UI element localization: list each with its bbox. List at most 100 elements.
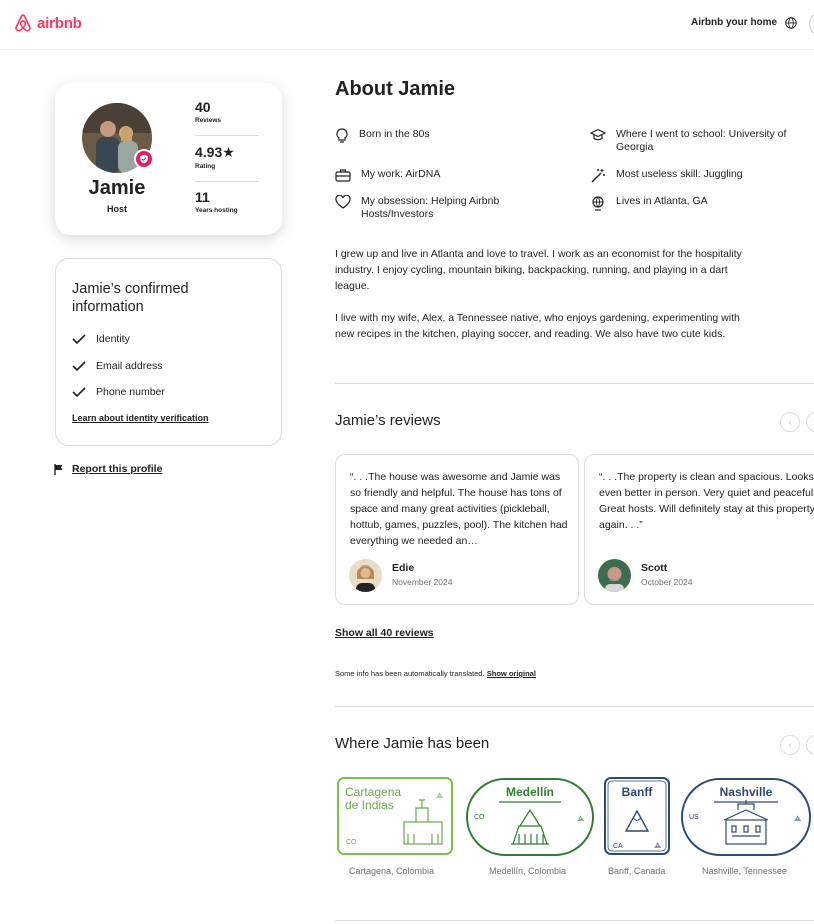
chevron-left-icon: ‹ [788,416,792,428]
stat-rating: 4.93★ Rating [195,144,259,170]
magic-wand-icon [591,169,605,183]
briefcase-icon [335,169,351,182]
confirmed-item-label: Email address [96,360,163,372]
verified-badge-icon [134,149,154,169]
reviewer-avatar [598,559,631,592]
school-icon [590,128,606,141]
stat-years-label: Years hosting [195,207,238,214]
heart-icon [335,195,351,209]
reviewer-name: Edie [392,562,415,574]
reviews-next-button[interactable]: › [806,412,814,432]
about-title: About Jamie [335,78,456,100]
fact-text: Born in the 80s [359,128,430,140]
review-card[interactable]: “. . .The property is clean and spacious… [584,454,814,605]
review-date: October 2024 [641,577,693,587]
top-nav: airbnb Airbnb your home [0,0,814,50]
airbnb-logo-icon: ⟁ [794,814,801,823]
bio-paragraph: I live with my wife, Alex, a Tennessee n… [335,312,740,340]
place-stamp-banff[interactable]: Banff CA ⟁ [603,776,671,863]
check-icon [72,387,86,398]
place-caption: Medellín, Colombia [489,866,567,876]
identity-verification-link[interactable]: Learn about identity verification [72,413,209,423]
confirmed-item: Identity [72,333,130,345]
confirmed-item: Email address [72,360,163,372]
airbnb-logo-icon: ⟁ [577,814,584,823]
fact-lives: Lives in Atlanta, GA [590,195,790,211]
review-date: November 2024 [392,577,453,587]
airbnb-your-home-link[interactable]: Airbnb your home [691,17,777,28]
check-icon [72,361,86,372]
report-profile-label: Report this profile [72,463,163,475]
fact-text: My obsession: Helping Airbnb Hosts/Inves… [361,195,500,220]
reviews-prev-button[interactable]: ‹ [780,412,800,432]
fact-school: Where I went to school: University of Ge… [590,128,790,154]
report-profile-link[interactable]: Report this profile [54,463,162,475]
bulb-icon [336,128,348,143]
confirmed-item: Phone number [72,386,165,398]
fact-text: Lives in Atlanta, GA [616,195,708,207]
stat-years: 11 Years hosting [195,189,259,214]
stat-reviews-value: 40 [195,99,211,115]
bio-text: I grew up and live in Atlanta and love t… [335,246,745,342]
stamp-code: US [689,814,699,821]
stat-divider [195,181,259,182]
stat-reviews-label: Reviews [195,117,222,124]
confirmed-item-label: Identity [96,333,130,345]
section-divider [335,383,814,384]
fact-work: My work: AirDNA [335,168,575,182]
globe-icon[interactable] [785,17,797,29]
stamp-title: Cartagena de Indias [345,785,401,812]
fact-skill: Most useless skill: Juggling [590,168,790,184]
fact-obsession: My obsession: Helping Airbnb Hosts/Inves… [335,195,535,221]
stamp-title: Nashville [720,785,773,799]
place-caption: Nashville, Tennessee [702,866,787,876]
confirmed-info-card: Jamie’s confirmed information Identity E… [55,258,282,446]
translation-note-text: Some info has been automatically transla… [335,669,485,678]
stamp-code: CO [474,814,485,821]
place-caption: Banff, Canada [608,866,666,876]
bio-paragraph: I grew up and live in Atlanta and love t… [335,248,742,292]
review-card[interactable]: “. . .The house was awesome and Jamie wa… [335,454,579,605]
translation-note: Some info has been automatically transla… [335,669,536,678]
place-stamp-cartagena[interactable]: Cartagena de Indias CO ⟁ [336,776,454,863]
stamp-title: Medellín [506,785,554,799]
stamp-code: CA [613,843,623,850]
show-original-link[interactable]: Show original [487,669,536,678]
host-role: Host [107,204,127,214]
fact-text: Where I went to school: University of Ge… [616,128,787,153]
fact-born: Born in the 80s [335,128,575,144]
fact-text: My work: AirDNA [361,168,441,180]
stat-rating-label: Rating [195,163,216,170]
airbnb-logo-icon: ⟁ [436,791,443,800]
stat-rating-value: 4.93★ [195,144,235,160]
stat-reviews: 40 Reviews [195,99,259,124]
brand-name: airbnb [37,14,82,32]
review-text: “. . .The property is clean and spacious… [599,471,814,531]
confirmed-item-label: Phone number [96,386,165,398]
place-caption: Cartagena, Colombia [349,866,435,876]
places-next-button[interactable]: › [806,735,814,755]
stat-divider [195,135,259,136]
section-divider [335,706,814,707]
chevron-left-icon: ‹ [788,739,792,751]
places-title: Where Jamie has been [335,735,490,752]
profile-card: Jamie Host 40 Reviews 4.93★ Rating 11 Ye… [55,83,282,235]
place-stamp-medellin[interactable]: Medellín CO ⟁ [465,776,595,863]
stamp-title: Banff [622,785,654,799]
reviewer-avatar [349,559,382,592]
check-icon [72,334,86,345]
flag-icon [54,463,63,475]
globe-pin-icon [592,196,604,211]
confirmed-info-title: Jamie’s confirmed information [72,281,189,315]
airbnb-logo-icon [15,14,31,32]
reviews-title: Jamie’s reviews [335,412,441,429]
user-menu-button[interactable] [809,12,814,36]
airbnb-logo[interactable]: airbnb [13,12,82,34]
place-stamp-nashville[interactable]: Nashville US ⟁ [680,776,812,863]
review-text: “. . .The house was awesome and Jamie wa… [350,471,568,547]
airbnb-logo-icon: ⟁ [654,841,661,850]
show-all-reviews-link[interactable]: Show all 40 reviews [335,627,434,639]
places-prev-button[interactable]: ‹ [780,735,800,755]
section-divider [335,920,814,921]
host-name: Jamie [88,177,146,199]
